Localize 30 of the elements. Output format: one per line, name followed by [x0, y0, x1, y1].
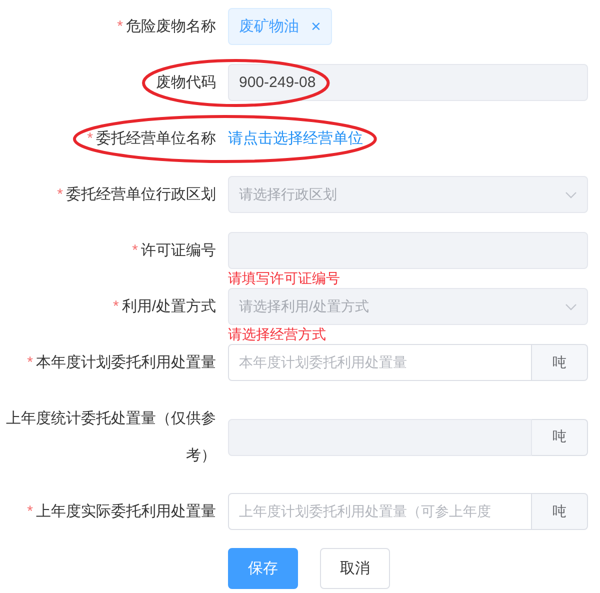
field-label: 利用/处置方式	[122, 298, 216, 315]
field-label: 本年度计划委托利用处置量	[36, 354, 216, 371]
select-link[interactable]: 请点击选择经营单位	[228, 129, 363, 148]
field-label: 危险废物名称	[126, 18, 216, 35]
required-mark: *	[87, 130, 93, 147]
waste-tag: 废矿物油 ×	[228, 8, 332, 45]
error-message: 请选择经营方式	[228, 325, 327, 344]
field-label: 上年度统计委托处置量（仅供参考）	[6, 410, 216, 464]
error-message: 请填写许可证编号	[228, 269, 341, 288]
required-mark: *	[57, 186, 63, 203]
required-mark: *	[27, 354, 33, 371]
field-label: 委托经营单位行政区划	[66, 186, 216, 203]
field-label: 废物代码	[156, 74, 216, 91]
required-mark: *	[117, 18, 123, 35]
field-label: 上年度实际委托利用处置量	[36, 503, 216, 520]
chevron-down-icon	[565, 190, 577, 198]
save-button[interactable]: 保存	[228, 548, 298, 589]
field-label: 许可证编号	[141, 242, 216, 259]
field-label: 委托经营单位名称	[96, 130, 216, 147]
required-mark: *	[27, 503, 33, 520]
input-field[interactable]: 本年度计划委托利用处置量	[228, 344, 532, 381]
unit-addon: 吨	[532, 344, 588, 381]
required-mark: *	[112, 298, 119, 315]
remove-icon[interactable]: ×	[311, 16, 321, 36]
unit-addon: 吨	[532, 493, 588, 530]
chevron-down-icon	[565, 302, 577, 310]
unit-addon: 吨	[532, 418, 588, 456]
cancel-button[interactable]: 取消	[320, 548, 390, 589]
input-field[interactable]: 上年度计划委托利用处置量（可参上年度	[228, 493, 532, 530]
required-mark: *	[132, 242, 138, 259]
